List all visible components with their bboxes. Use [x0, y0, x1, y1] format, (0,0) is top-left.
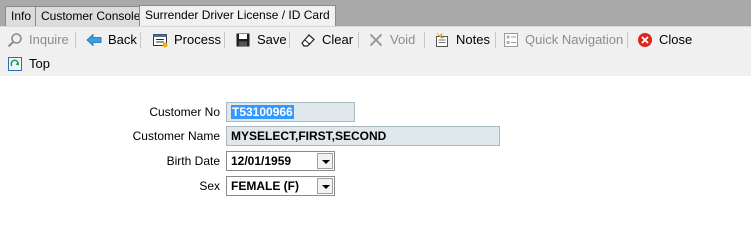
tab-surrender-driver-license-label: Surrender Driver License / ID Card: [145, 8, 330, 22]
quick-navigation-button[interactable]: Quick Navigation: [503, 30, 624, 50]
close-button[interactable]: Close: [637, 30, 693, 50]
customer-name-label: Customer Name: [132, 129, 220, 143]
top-label: Top: [29, 56, 50, 71]
notes-button[interactable]: Notes: [434, 30, 490, 50]
top-icon: [7, 56, 23, 72]
process-icon: [152, 32, 168, 48]
process-button[interactable]: Process: [152, 30, 221, 50]
customer-no-value: T53100966: [231, 105, 294, 119]
customer-name-value: MYSELECT,FIRST,SECOND: [231, 129, 387, 143]
toolbar-separator: [495, 32, 496, 48]
toolbar-row-1: Inquire Back Process Save Clear Void Not…: [0, 28, 751, 52]
sex-value: FEMALE (F): [231, 179, 299, 193]
birth-date-picker[interactable]: 12/01/1959: [226, 151, 335, 171]
inquire-label: Inquire: [29, 32, 69, 47]
notes-icon: [434, 32, 450, 48]
sex-select[interactable]: FEMALE (F): [226, 176, 335, 196]
save-button[interactable]: Save: [235, 30, 287, 50]
back-button[interactable]: Back: [86, 30, 137, 50]
tab-info-label: Info: [11, 9, 32, 23]
inquire-button[interactable]: Inquire: [7, 30, 69, 50]
toolbar-separator: [627, 32, 628, 48]
process-label: Process: [174, 32, 221, 47]
back-arrow-icon: [86, 32, 102, 48]
quick-navigation-label: Quick Navigation: [525, 32, 624, 47]
quick-navigation-icon: [503, 32, 519, 48]
top-button[interactable]: Top: [7, 54, 53, 74]
sex-label: Sex: [199, 179, 220, 193]
clear-label: Clear: [322, 32, 354, 47]
toolbar-separator: [289, 32, 290, 48]
customer-no-field[interactable]: T53100966: [226, 102, 355, 122]
toolbar-separator: [358, 32, 359, 48]
close-label: Close: [659, 32, 693, 47]
void-button[interactable]: Void: [368, 30, 418, 50]
customer-name-field[interactable]: MYSELECT,FIRST,SECOND: [226, 126, 500, 146]
notes-label: Notes: [456, 32, 490, 47]
void-x-icon: [368, 32, 384, 48]
chevron-down-icon[interactable]: [317, 153, 333, 169]
birth-date-label: Birth Date: [166, 154, 220, 168]
toolbar-separator: [140, 32, 141, 48]
toolbar: Inquire Back Process Save Clear Void Not…: [0, 26, 751, 76]
void-label: Void: [390, 32, 416, 47]
birth-date-value: 12/01/1959: [231, 154, 292, 168]
customer-no-label: Customer No: [149, 105, 220, 119]
close-icon: [637, 32, 653, 48]
toolbar-separator: [224, 32, 225, 48]
chevron-down-icon[interactable]: [317, 178, 333, 194]
tab-strip: Info Customer Console Surrender Driver L…: [0, 0, 751, 26]
toolbar-separator: [424, 32, 425, 48]
search-icon: [7, 32, 23, 48]
tab-customer-console[interactable]: Customer Console: [35, 6, 147, 26]
clear-button[interactable]: Clear: [300, 30, 354, 50]
toolbar-row-2: Top: [0, 52, 751, 76]
toolbar-separator: [75, 32, 76, 48]
back-label: Back: [108, 32, 137, 47]
customer-form: Customer No T53100966 Customer Name MYSE…: [0, 76, 751, 212]
eraser-icon: [300, 32, 316, 48]
save-disk-icon: [235, 32, 251, 48]
tab-customer-console-label: Customer Console: [41, 9, 141, 23]
tab-info[interactable]: Info: [5, 6, 38, 26]
tab-surrender-driver-license[interactable]: Surrender Driver License / ID Card: [139, 5, 336, 26]
save-label: Save: [257, 32, 287, 47]
